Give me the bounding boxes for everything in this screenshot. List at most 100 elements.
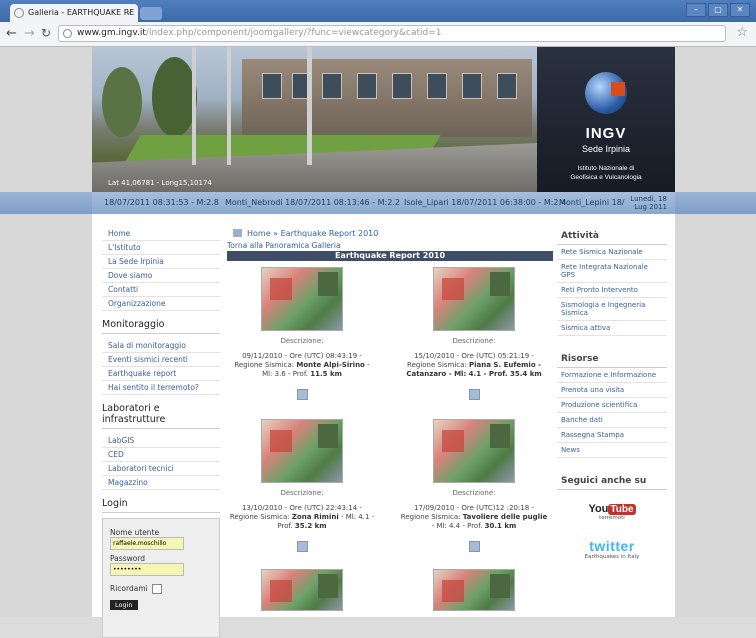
map-thumbnail[interactable]: [433, 267, 515, 331]
institute-line-1: Istituto Nazionale di: [577, 165, 635, 172]
menu-item-sismica-attiva[interactable]: Sismica attiva: [557, 321, 667, 336]
menu-item-rassegna-stampa[interactable]: Rassegna Stampa: [557, 428, 667, 443]
item-caption: 13/10/2010 - Ore (UTC) 22:43:14 - Region…: [227, 504, 377, 531]
description-label: Descrizione:: [280, 489, 324, 497]
menu-item-rete-sismica[interactable]: Rete Sismica Nazionale: [557, 245, 667, 260]
menu-item-dove-siamo[interactable]: Dove siamo: [102, 269, 220, 283]
menu-item-magazzino[interactable]: Magazzino: [102, 476, 220, 490]
ingv-globe-logo-icon: [585, 72, 627, 114]
menu-item-rete-gps[interactable]: Rete Integrata Nazionale GPS: [557, 260, 667, 283]
image-details-icon[interactable]: [296, 541, 308, 552]
youtube-link[interactable]: You Tube terremoti: [557, 500, 667, 524]
caption-line: Regione Sismica: Piana S. Eufemio -: [407, 361, 541, 369]
earthquake-ticker: 18/07/2011 08:31:53 - M:2.8 Monti_Nebrod…: [92, 192, 675, 214]
caption-line: Regione Sismica: Zona Rimini - Ml: 4.1 -: [229, 513, 375, 521]
menu-item-formazione[interactable]: Formazione e Informazione: [557, 368, 667, 383]
back-arrow-icon[interactable]: ←: [6, 26, 17, 41]
monitoring-heading: Monitoraggio: [102, 319, 220, 334]
bookmark-star-icon[interactable]: ☆: [736, 25, 748, 40]
menu-item-prenota-visita[interactable]: Prenota una visita: [557, 383, 667, 398]
date-line-2: Lug 2011: [634, 203, 667, 211]
caption-line: 17/09/2010 - Ore (UTC)12 :20:18 -: [414, 504, 534, 512]
map-thumbnail[interactable]: [433, 419, 515, 483]
brand-subtitle: Sede Irpinia: [581, 144, 631, 154]
menu-item-reti-pronto-intervento[interactable]: Reti Pronto Intervento: [557, 283, 667, 298]
menu-item-organizzazione[interactable]: Organizzazione: [102, 297, 220, 311]
menu-item-news[interactable]: News: [557, 443, 667, 458]
minimize-button[interactable]: –: [686, 3, 706, 17]
close-window-button[interactable]: ✕: [730, 3, 750, 17]
back-to-gallery-link[interactable]: Torna alla Panoramica Galleria: [227, 241, 553, 250]
lamp-pole-graphic: [227, 47, 231, 165]
lamp-pole-graphic: [192, 47, 196, 165]
description-label: Descrizione:: [280, 337, 324, 345]
menu-item-banche-dati[interactable]: Banche dati: [557, 413, 667, 428]
caption-line: Regione Sismica: Tavoliere delle puglie: [400, 513, 548, 521]
menu-item-laboratori-tecnici[interactable]: Laboratori tecnici: [102, 462, 220, 476]
item-caption: 15/10/2010 - Ore (UTC) 05:21:19 - Region…: [399, 352, 549, 379]
item-caption: 09/11/2010 - Ore (UTC) 08:43:19 - Region…: [227, 352, 377, 379]
caption-line: 09/11/2010 - Ore (UTC) 08:43:19 -: [242, 352, 362, 360]
map-thumbnail[interactable]: [433, 569, 515, 611]
caption-line: 13/10/2010 - Ore (UTC) 22:43:14 -: [242, 504, 362, 512]
new-tab-button[interactable]: [140, 7, 162, 20]
menu-item-earthquake-report[interactable]: Earthquake report: [102, 367, 220, 381]
map-thumbnail[interactable]: [261, 419, 343, 483]
map-thumbnail[interactable]: [261, 569, 343, 611]
description-label: Descrizione:: [452, 489, 496, 497]
image-details-icon[interactable]: [468, 389, 480, 400]
menu-item-home[interactable]: Home: [102, 227, 220, 241]
close-tab-icon[interactable]: ×: [126, 4, 133, 22]
menu-item-eventi-sismici[interactable]: Eventi sismici recenti: [102, 353, 220, 367]
browser-tab[interactable]: Galleria - EARTHQUAKE RE ×: [10, 4, 138, 22]
header-photo: Lat 41,06781 - Long15,10174: [92, 47, 537, 192]
category-title: Earthquake Report 2010: [227, 251, 553, 261]
main-menu: Home L'Istituto La Sede Irpinia Dove sia…: [102, 227, 220, 311]
username-label: Nome utente: [110, 528, 160, 537]
lamp-pole-graphic: [307, 47, 312, 165]
ticker-item[interactable]: 18/07/2011 08:31:53 - M:2.8: [104, 192, 219, 214]
menu-item-ced[interactable]: CED: [102, 448, 220, 462]
ticker-item[interactable]: Isole_Lipari 18/07/2011 06:38:00 - M:2.4: [404, 192, 566, 214]
password-input[interactable]: [110, 563, 184, 576]
gallery-item: Descrizione: 09/11/2010 - Ore (UTC) 08:4…: [227, 267, 377, 400]
menu-item-sala-monitoraggio[interactable]: Sala di monitoraggio: [102, 339, 220, 353]
gallery-item: [227, 569, 377, 611]
map-thumbnail[interactable]: [261, 267, 343, 331]
remember-checkbox[interactable]: [151, 584, 162, 594]
menu-item-hai-sentito[interactable]: Hai sentito il terremoto?: [102, 381, 220, 395]
reload-icon[interactable]: ↻: [41, 26, 51, 40]
gallery-item: [399, 569, 549, 611]
forward-arrow-icon[interactable]: →: [24, 26, 35, 41]
gallery-item: Descrizione: 17/09/2010 - Ore (UTC)12 :2…: [399, 419, 549, 552]
twitter-link[interactable]: twitter Earthquakes in Italy: [557, 538, 667, 560]
gallery-content: Home » Earthquake Report 2010 Torna alla…: [227, 229, 553, 611]
activity-menu: Rete Sismica Nazionale Rete Integrata Na…: [557, 245, 667, 336]
left-sidebar: Home L'Istituto La Sede Irpinia Dove sia…: [102, 227, 220, 638]
url-path: /index.php/component/joomgallery/?func=v…: [145, 28, 442, 38]
institute-line-2: Geofisica e Vulcanologia: [570, 174, 642, 181]
login-button[interactable]: Login: [110, 600, 138, 610]
image-details-icon[interactable]: [296, 389, 308, 400]
ticker-item[interactable]: Monti_Nebrodi 18/07/2011 08:13:46 - M:2.…: [225, 192, 400, 214]
menu-item-istituto[interactable]: L'Istituto: [102, 241, 220, 255]
breadcrumb-text[interactable]: Home » Earthquake Report 2010: [247, 229, 378, 238]
image-details-icon[interactable]: [468, 541, 480, 552]
caption-line: Prof. 35.2 km: [277, 522, 327, 530]
maximize-button[interactable]: ▢: [708, 3, 728, 17]
menu-item-labgis[interactable]: LabGIS: [102, 434, 220, 448]
username-input[interactable]: [110, 537, 184, 550]
brand-name: INGV: [585, 125, 627, 142]
menu-item-contatti[interactable]: Contatti: [102, 283, 220, 297]
gallery-item: Descrizione: 15/10/2010 - Ore (UTC) 05:2…: [399, 267, 549, 400]
menu-item-sede-irpinia[interactable]: La Sede Irpinia: [102, 255, 220, 269]
menu-item-sismologia[interactable]: Sismologia e Ingegneria Sismica: [557, 298, 667, 321]
ticker-item[interactable]: Monti_Lepini 18/: [559, 192, 624, 214]
browser-tabbar: Galleria - EARTHQUAKE RE × – ▢ ✕: [0, 0, 756, 22]
caption-line: Ml: 3.6 - Prof. 11.5 km: [262, 370, 342, 378]
gallery-item: Descrizione: 13/10/2010 - Ore (UTC) 22:4…: [227, 419, 377, 552]
menu-item-produzione-scientifica[interactable]: Produzione scientifica: [557, 398, 667, 413]
login-form: Nome utente Password Ricordami Login: [102, 518, 220, 638]
youtube-logo-icon: You Tube terremoti: [585, 500, 639, 524]
address-bar[interactable]: www.gm.ingv.it/index.php/component/joomg…: [58, 25, 726, 42]
